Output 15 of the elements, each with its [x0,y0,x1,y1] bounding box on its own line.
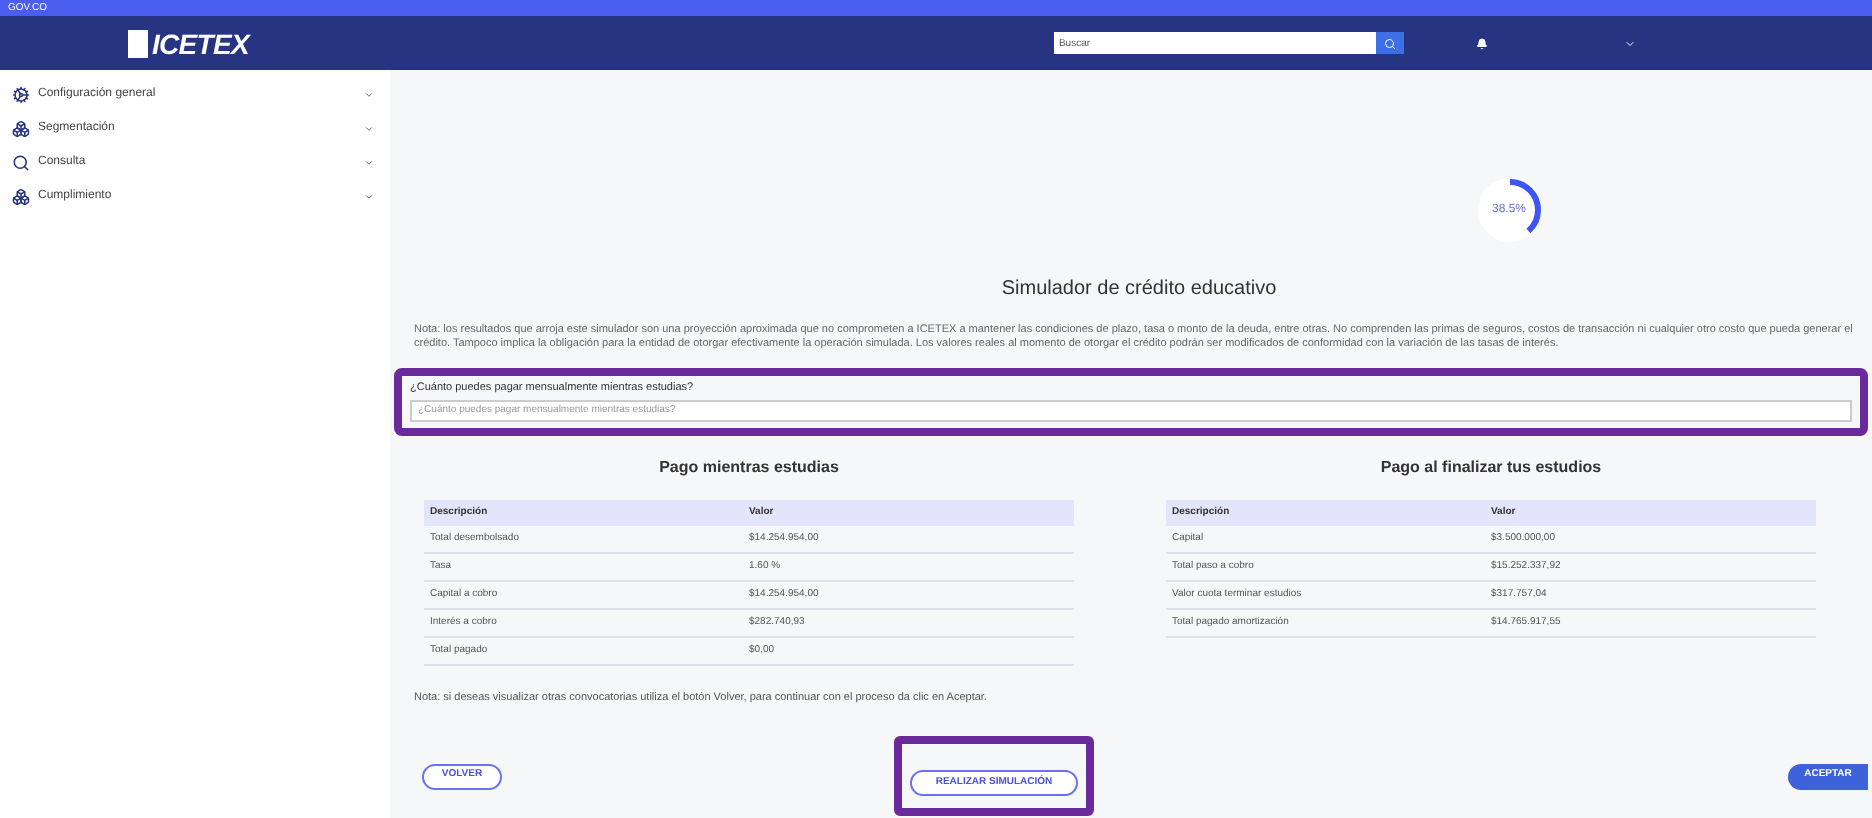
caret-icon [364,158,374,168]
page-title: Simulador de crédito educativo [999,276,1279,304]
caret-icon [364,90,374,100]
caret-icon [364,192,374,202]
bell-icon[interactable] [1476,37,1489,49]
caret-icon[interactable] [1624,37,1637,49]
section-title: Pago al finalizar tus estudios [1380,459,1602,475]
search-icon [1384,37,1397,49]
caret-icon [364,124,374,134]
section-title: Pago mientras estudias [659,459,839,475]
cubes-icon [12,120,30,138]
search-icon [12,154,30,172]
search-button[interactable] [1376,32,1405,54]
gears-icon [12,86,30,104]
cubes-icon [12,188,30,206]
